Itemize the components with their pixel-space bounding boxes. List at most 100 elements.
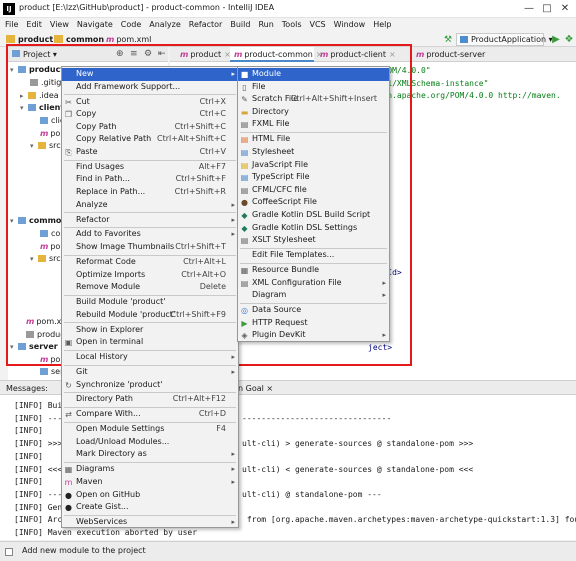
menu-item-replace-in-path[interactable]: Replace in Path... Ctrl+Shift+R	[62, 186, 238, 199]
gear-icon[interactable]: ⚙	[144, 48, 152, 61]
menu-view[interactable]: View	[50, 18, 69, 32]
tab-product-server[interactable]: m product-server	[412, 47, 492, 62]
tree-node-common[interactable]: ▾ common	[10, 215, 67, 227]
menu-edit[interactable]: Edit	[26, 18, 42, 32]
menu-item-mark-directory-as[interactable]: Mark Directory as ▸	[62, 448, 238, 461]
menu-item-reformat-code[interactable]: Reformat Code Ctrl+Alt+L	[62, 256, 238, 269]
close-icon[interactable]: ✕	[558, 2, 572, 16]
menu-item-new[interactable]: New ▸	[62, 68, 238, 81]
project-view-selector[interactable]: Project ▾	[12, 48, 57, 61]
menu-item-copy-path[interactable]: Copy Path Ctrl+Shift+C	[62, 121, 238, 134]
breadcrumb-pom[interactable]: m pom.xml	[106, 33, 151, 46]
new-item-plugin-devkit[interactable]: ◈ Plugin DevKit ▸	[238, 329, 389, 342]
run-configuration-select[interactable]: ProductApplication ▾	[456, 33, 553, 46]
menu-item-copy-relative-path[interactable]: Copy Relative Path Ctrl+Alt+Shift+C	[62, 133, 238, 146]
hide-panel-icon[interactable]: ⇤	[158, 48, 166, 61]
log-line: [INFO]	[14, 477, 43, 487]
new-item-scratch-file[interactable]: ✎ Scratch File Ctrl+Alt+Shift+Insert	[238, 93, 389, 106]
tab-maven-goal[interactable]: n Goal ×	[238, 382, 273, 395]
menu-item-analyze[interactable]: Analyze ▸	[62, 199, 238, 212]
locate-icon[interactable]: ⊕	[116, 48, 124, 61]
tab-product[interactable]: m product ×	[176, 47, 231, 62]
new-item-http-request[interactable]: ▶ HTTP Request	[238, 317, 389, 330]
minimize-icon[interactable]: —	[522, 2, 536, 16]
project-panel-header: Project ▾ ⊕ ≡ ⚙ ⇤	[8, 47, 168, 62]
menu-item-refactor[interactable]: Refactor ▸	[62, 214, 238, 227]
menu-item-git[interactable]: Git ▸	[62, 366, 238, 379]
menu-item-diagrams[interactable]: ▦ Diagrams ▸	[62, 463, 238, 476]
menu-item-synchronize-product[interactable]: ↻ Synchronize 'product'	[62, 379, 238, 392]
menu-item-build-module-product[interactable]: Build Module 'product'	[62, 296, 238, 309]
breadcrumb-product[interactable]: product›	[6, 33, 60, 46]
tree-node-client[interactable]: ▾ client	[20, 102, 64, 114]
menu-item-create-gist[interactable]: ● Create Gist...	[62, 501, 238, 514]
menu-item-remove-module[interactable]: Remove Module Delete	[62, 281, 238, 294]
menu-item-paste[interactable]: ⎘ Paste Ctrl+V	[62, 146, 238, 159]
module-folder-icon	[28, 104, 36, 111]
new-item-stylesheet[interactable]: ▤ Stylesheet	[238, 146, 389, 159]
new-item-xslt-stylesheet[interactable]: ▤ XSLT Stylesheet	[238, 234, 389, 247]
menu-analyze[interactable]: Analyze	[149, 18, 181, 32]
menu-item-maven[interactable]: m Maven ▸	[62, 476, 238, 489]
new-item-edit-file-templates[interactable]: Edit File Templates...	[238, 249, 389, 262]
menu-file[interactable]: File	[5, 18, 18, 32]
new-item-gradle-kotlin-dsl-build-script[interactable]: ◆ Gradle Kotlin DSL Build Script	[238, 209, 389, 222]
menu-item-cut[interactable]: ✂ Cut Ctrl+X	[62, 96, 238, 109]
menu-item-load-unload-modules[interactable]: Load/Unload Modules...	[62, 436, 238, 449]
menu-item-directory-path[interactable]: Directory Path Ctrl+Alt+F12	[62, 393, 238, 406]
menu-item-local-history[interactable]: Local History ▸	[62, 351, 238, 364]
menu-build[interactable]: Build	[230, 18, 250, 32]
new-item-module[interactable]: ■ Module	[238, 68, 389, 81]
menu-item-find-usages[interactable]: Find Usages Alt+F7	[62, 161, 238, 174]
debug-icon[interactable]: ❖	[563, 33, 575, 46]
menu-item-show-in-explorer[interactable]: Show in Explorer	[62, 324, 238, 337]
tab-product-common[interactable]: m product-common ×	[230, 47, 323, 62]
menu-code[interactable]: Code	[121, 18, 141, 32]
new-item-html-file[interactable]: ▤ HTML File	[238, 133, 389, 146]
new-item-data-source[interactable]: ◎ Data Source	[238, 304, 389, 317]
new-item-coffeescript-file[interactable]: ● CoffeeScript File	[238, 196, 389, 209]
tree-node-server[interactable]: ▾ server	[10, 341, 58, 353]
menu-item-optimize-imports[interactable]: Optimize Imports Ctrl+Alt+O	[62, 269, 238, 282]
menu-vcs[interactable]: VCS	[310, 18, 326, 32]
menu-item-shortcut: Ctrl+Shift+F	[175, 174, 226, 184]
new-item-typescript-file[interactable]: ▤ TypeScript File	[238, 171, 389, 184]
new-item-fxml-file[interactable]: ▤ FXML File	[238, 118, 389, 131]
menu-item-webservices[interactable]: WebServices ▸	[62, 516, 238, 529]
new-item-javascript-file[interactable]: ▤ JavaScript File	[238, 159, 389, 172]
new-item-diagram[interactable]: Diagram ▸	[238, 289, 389, 302]
new-item-gradle-kotlin-dsl-settings[interactable]: ◆ Gradle Kotlin DSL Settings	[238, 222, 389, 235]
tree-node-product-root[interactable]: ▾ product	[10, 64, 64, 76]
collapse-all-icon[interactable]: ≡	[130, 48, 138, 61]
menu-item-add-framework-support[interactable]: Add Framework Support...	[62, 81, 238, 94]
tree-node-idea[interactable]: ▸ .idea	[20, 90, 59, 102]
menu-item-compare-with[interactable]: ⇄ Compare With... Ctrl+D	[62, 408, 238, 421]
menu-item-rebuild-module-product[interactable]: Rebuild Module 'product' Ctrl+Shift+F9	[62, 309, 238, 322]
new-item-resource-bundle[interactable]: ▦ Resource Bundle	[238, 264, 389, 277]
tree-node-client-src[interactable]: ▾ src	[30, 140, 61, 152]
menu-item-copy[interactable]: ❐ Copy Ctrl+C	[62, 108, 238, 121]
tool-window-toggle-icon[interactable]	[5, 548, 13, 556]
maximize-icon[interactable]: □	[540, 2, 554, 16]
new-item-cfml-cfc-file[interactable]: ▤ CFML/CFC file	[238, 184, 389, 197]
menu-item-find-in-path[interactable]: Find in Path... Ctrl+Shift+F	[62, 173, 238, 186]
menu-item-show-image-thumbnails[interactable]: Show Image Thumbnails Ctrl+Shift+T	[62, 241, 238, 254]
tab-product-client[interactable]: m product-client ×	[316, 47, 396, 62]
menu-item-open-module-settings[interactable]: Open Module Settings F4	[62, 423, 238, 436]
menu-tools[interactable]: Tools	[282, 18, 302, 32]
menu-item-open-in-terminal[interactable]: ▣ Open in terminal	[62, 336, 238, 349]
menu-item-add-to-favorites[interactable]: Add to Favorites ▸	[62, 228, 238, 241]
new-item-directory[interactable]: ▬ Directory	[238, 106, 389, 119]
menu-window[interactable]: Window	[334, 18, 366, 32]
tree-node-common-src[interactable]: ▾ src	[30, 253, 61, 265]
breadcrumb-common[interactable]: common ›	[54, 33, 111, 46]
menu-help[interactable]: Help	[373, 18, 391, 32]
menu-run[interactable]: Run	[258, 18, 273, 32]
menu-navigate[interactable]: Navigate	[77, 18, 113, 32]
menu-refactor[interactable]: Refactor	[189, 18, 223, 32]
menu-item-open-on-github[interactable]: ● Open on GitHub	[62, 489, 238, 502]
new-item-file[interactable]: ▯ File	[238, 81, 389, 94]
new-item-xml-configuration-file[interactable]: ▤ XML Configuration File ▸	[238, 277, 389, 290]
build-hammer-icon[interactable]: ⚒	[444, 35, 452, 45]
run-icon[interactable]: ▶	[550, 33, 562, 46]
